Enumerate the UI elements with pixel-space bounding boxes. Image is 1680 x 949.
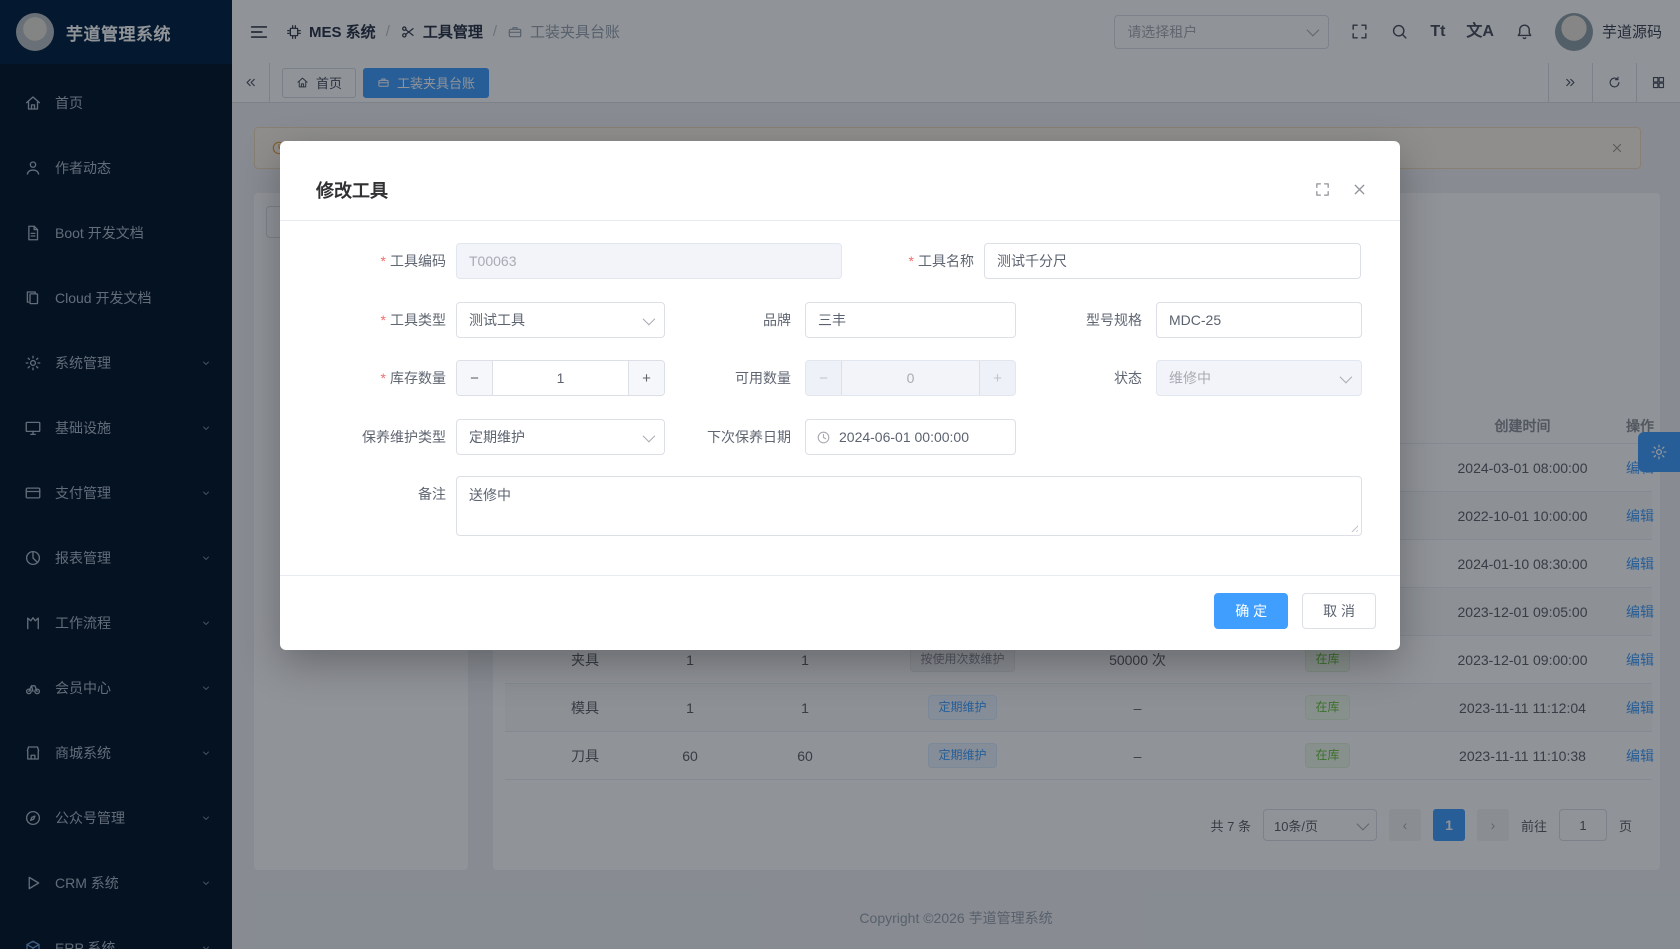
clock-icon bbox=[816, 430, 831, 445]
divider bbox=[280, 220, 1400, 221]
status-select[interactable]: 维修中 bbox=[1156, 360, 1362, 396]
decrease-button[interactable]: − bbox=[457, 361, 493, 395]
available-qty-value: 0 bbox=[842, 361, 979, 395]
stock-qty-stepper: − 1 + bbox=[456, 360, 665, 396]
dialog-close-icon[interactable] bbox=[1351, 181, 1368, 198]
decrease-button: − bbox=[806, 361, 842, 395]
dialog-fullscreen-icon[interactable] bbox=[1314, 181, 1331, 198]
chevron-down-icon bbox=[643, 312, 656, 325]
edit-tool-dialog: 修改工具 *工具编码 T00063 *工具名称 测试千分尺 *工具类型 测试工具… bbox=[280, 141, 1400, 650]
increase-button[interactable]: + bbox=[628, 361, 664, 395]
brand-input[interactable]: 三丰 bbox=[805, 302, 1016, 338]
tool-name-input[interactable]: 测试千分尺 bbox=[984, 243, 1361, 279]
maintenance-type-select[interactable]: 定期维护 bbox=[456, 419, 665, 455]
dialog-title: 修改工具 bbox=[316, 177, 388, 203]
cancel-button[interactable]: 取 消 bbox=[1302, 593, 1376, 629]
tool-type-select[interactable]: 测试工具 bbox=[456, 302, 665, 338]
tool-code-input[interactable]: T00063 bbox=[456, 243, 842, 279]
next-maintenance-date-input[interactable]: 2024-06-01 00:00:00 bbox=[805, 419, 1016, 455]
app-root: 芋道管理系统 首页 作者动态 Boot 开发文档 Cloud 开发文 bbox=[0, 0, 1680, 949]
divider bbox=[280, 575, 1400, 576]
stock-qty-value[interactable]: 1 bbox=[493, 361, 628, 395]
dialog-footer: 确 定 取 消 bbox=[1214, 593, 1376, 629]
model-input[interactable]: MDC-25 bbox=[1156, 302, 1362, 338]
chevron-down-icon bbox=[1340, 370, 1353, 383]
chevron-down-icon bbox=[643, 429, 656, 442]
remark-textarea[interactable]: 送修中 bbox=[456, 476, 1362, 536]
available-qty-stepper: − 0 + bbox=[805, 360, 1016, 396]
confirm-button[interactable]: 确 定 bbox=[1214, 593, 1288, 629]
dialog-tools bbox=[1314, 181, 1368, 198]
